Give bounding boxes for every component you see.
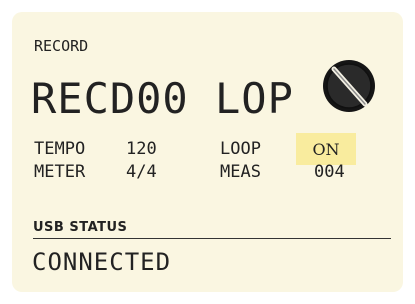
lcd-screen: RECORD RECD00 LOP TEMPO 120 LOOP ON METE…	[12, 12, 403, 292]
meter-value: 4/4	[126, 162, 157, 182]
loop-label: LOOP	[220, 139, 261, 159]
section-divider	[33, 238, 391, 239]
usb-status-title: USB STATUS	[33, 220, 128, 235]
meas-label: MEAS	[220, 162, 261, 182]
tempo-label: TEMPO	[34, 139, 86, 159]
meas-value: 004	[314, 162, 345, 182]
loop-value: ON	[312, 139, 340, 159]
loop-value-badge[interactable]: ON	[296, 133, 356, 165]
tempo-value: 120	[126, 139, 157, 159]
mode-label: RECORD	[34, 37, 89, 55]
meter-label: METER	[34, 162, 86, 182]
song-name: RECD00 LOP	[31, 74, 294, 123]
usb-status-value: CONNECTED	[32, 248, 172, 276]
rotary-knob-icon[interactable]	[319, 56, 379, 116]
